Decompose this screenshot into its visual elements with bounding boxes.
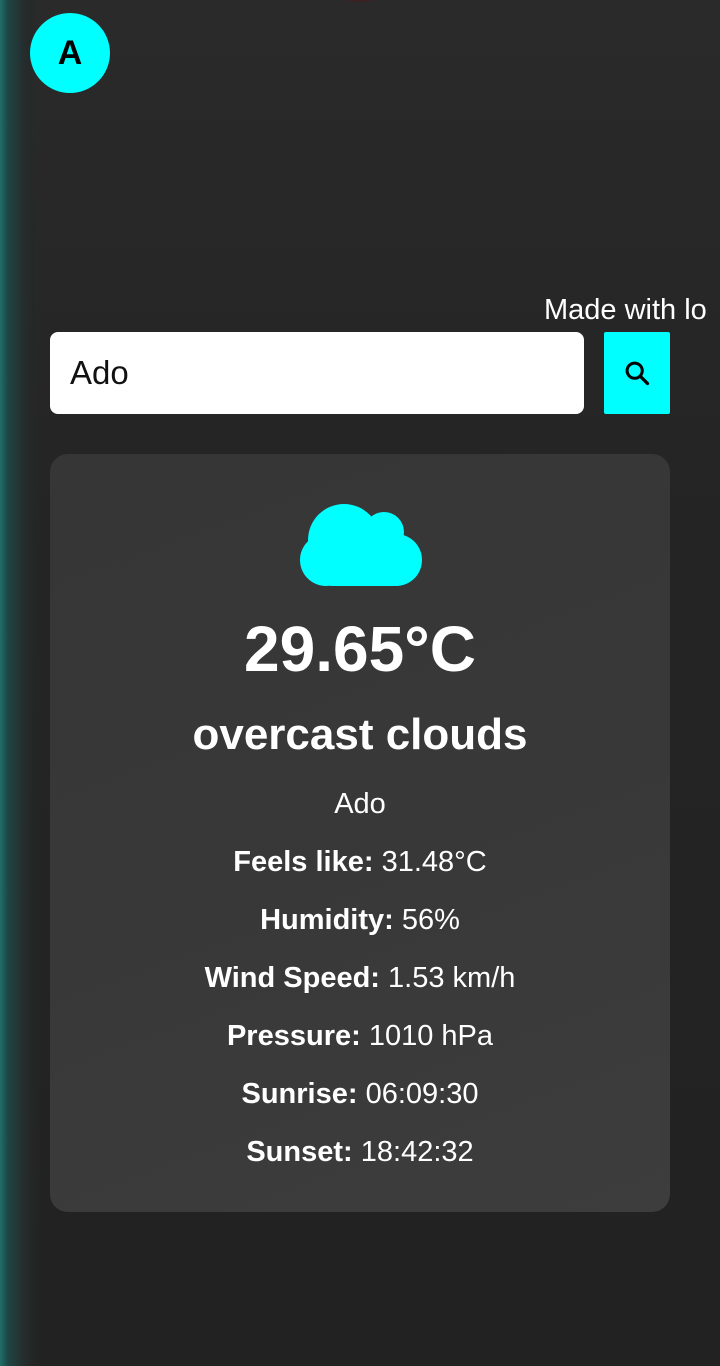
detail-value: 31.48°C [381, 846, 487, 878]
left-edge-glow [0, 0, 40, 1366]
weather-description: overcast clouds [192, 710, 528, 759]
detail-value: 18:42:32 [360, 1136, 474, 1168]
cloud-icon [300, 504, 422, 586]
avatar[interactable]: A [30, 13, 110, 93]
detail-wind-speed: Wind Speed: 1.53 km/h [50, 962, 670, 995]
detail-value: 56% [401, 904, 460, 936]
detail-sunrise: Sunrise: 06:09:30 [50, 1078, 670, 1111]
search-button[interactable] [604, 332, 670, 414]
city-name: Ado [334, 788, 386, 820]
detail-label: Pressure: [226, 1020, 361, 1052]
detail-label: Feels like: [233, 846, 374, 878]
search-icon [625, 361, 650, 386]
city-search-input[interactable] [50, 332, 584, 414]
detail-label: Humidity: [260, 904, 394, 936]
temperature: 29.65°C [244, 613, 476, 685]
detail-humidity: Humidity: 56% [50, 904, 670, 937]
detail-value: 1010 hPa [368, 1020, 494, 1052]
detail-label: Sunrise: [241, 1078, 358, 1110]
detail-sunset: Sunset: 18:42:32 [50, 1136, 670, 1169]
detail-value: 1.53 km/h [388, 962, 516, 994]
detail-pressure: Pressure: 1010 hPa [50, 1020, 670, 1053]
detail-feels-like: Feels like: 31.48°C [50, 846, 670, 879]
weather-card: 29.65°C overcast clouds Ado Feels like: … [50, 454, 670, 1212]
detail-label: Wind Speed: [204, 962, 380, 994]
top-decoration [338, 0, 382, 2]
made-with-credit: Made with lo [544, 294, 707, 326]
detail-value: 06:09:30 [365, 1078, 479, 1110]
weather-app-page: A Made with lo 29.65°C overcast clouds A… [0, 0, 720, 1366]
detail-label: Sunset: [246, 1136, 353, 1168]
avatar-letter: A [57, 33, 83, 72]
